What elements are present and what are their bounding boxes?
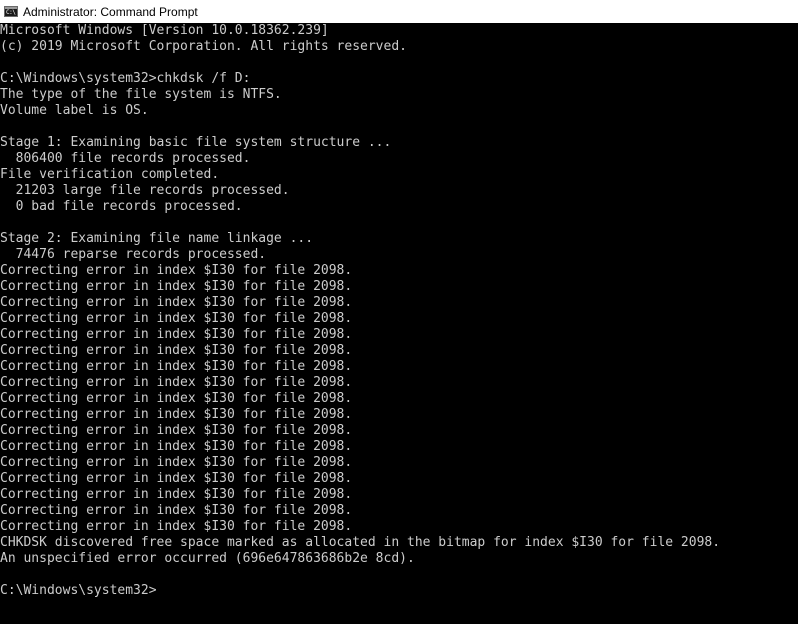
console-line: Correcting error in index $I30 for file …	[0, 375, 353, 390]
console-text: Microsoft Windows [Version 10.0.18362.23…	[0, 23, 798, 599]
console-line: 0 bad file records processed.	[0, 199, 243, 214]
console-line: Correcting error in index $I30 for file …	[0, 391, 353, 406]
console-line: Correcting error in index $I30 for file …	[0, 503, 353, 518]
console-line: Correcting error in index $I30 for file …	[0, 439, 353, 454]
console-line: Correcting error in index $I30 for file …	[0, 519, 353, 534]
console-line: Correcting error in index $I30 for file …	[0, 263, 353, 278]
console-line: Stage 1: Examining basic file system str…	[0, 135, 392, 150]
console-line: Stage 2: Examining file name linkage ...	[0, 231, 314, 246]
title-bar[interactable]: C:\ Administrator: Command Prompt	[0, 0, 798, 23]
console-line: C:\Windows\system32>	[0, 583, 157, 598]
console-line: An unspecified error occurred (696e64786…	[0, 551, 415, 566]
console-line: CHKDSK discovered free space marked as a…	[0, 535, 721, 550]
console-line: Correcting error in index $I30 for file …	[0, 359, 353, 374]
console-line: Volume label is OS.	[0, 103, 149, 118]
console-output[interactable]: Microsoft Windows [Version 10.0.18362.23…	[0, 23, 798, 624]
console-line: Correcting error in index $I30 for file …	[0, 295, 353, 310]
window-title: Administrator: Command Prompt	[23, 4, 198, 19]
console-line: Microsoft Windows [Version 10.0.18362.23…	[0, 23, 329, 38]
console-line: The type of the file system is NTFS.	[0, 87, 282, 102]
console-line: Correcting error in index $I30 for file …	[0, 279, 353, 294]
console-line: C:\Windows\system32>chkdsk /f D:	[0, 71, 251, 86]
console-icon: C:\	[4, 6, 18, 17]
console-line: Correcting error in index $I30 for file …	[0, 327, 353, 342]
console-icon-text: C:\	[6, 9, 16, 16]
console-line: Correcting error in index $I30 for file …	[0, 311, 353, 326]
console-line: Correcting error in index $I30 for file …	[0, 423, 353, 438]
console-line: 74476 reparse records processed.	[0, 247, 267, 262]
console-line: 21203 large file records processed.	[0, 183, 290, 198]
console-line: Correcting error in index $I30 for file …	[0, 455, 353, 470]
console-line: (c) 2019 Microsoft Corporation. All righ…	[0, 39, 407, 54]
console-line: Correcting error in index $I30 for file …	[0, 343, 353, 358]
console-line: Correcting error in index $I30 for file …	[0, 487, 353, 502]
console-line: File verification completed.	[0, 167, 220, 182]
console-line: 806400 file records processed.	[0, 151, 251, 166]
console-line: Correcting error in index $I30 for file …	[0, 407, 353, 422]
command-prompt-window: C:\ Administrator: Command Prompt Micros…	[0, 0, 798, 624]
console-line: Correcting error in index $I30 for file …	[0, 471, 353, 486]
